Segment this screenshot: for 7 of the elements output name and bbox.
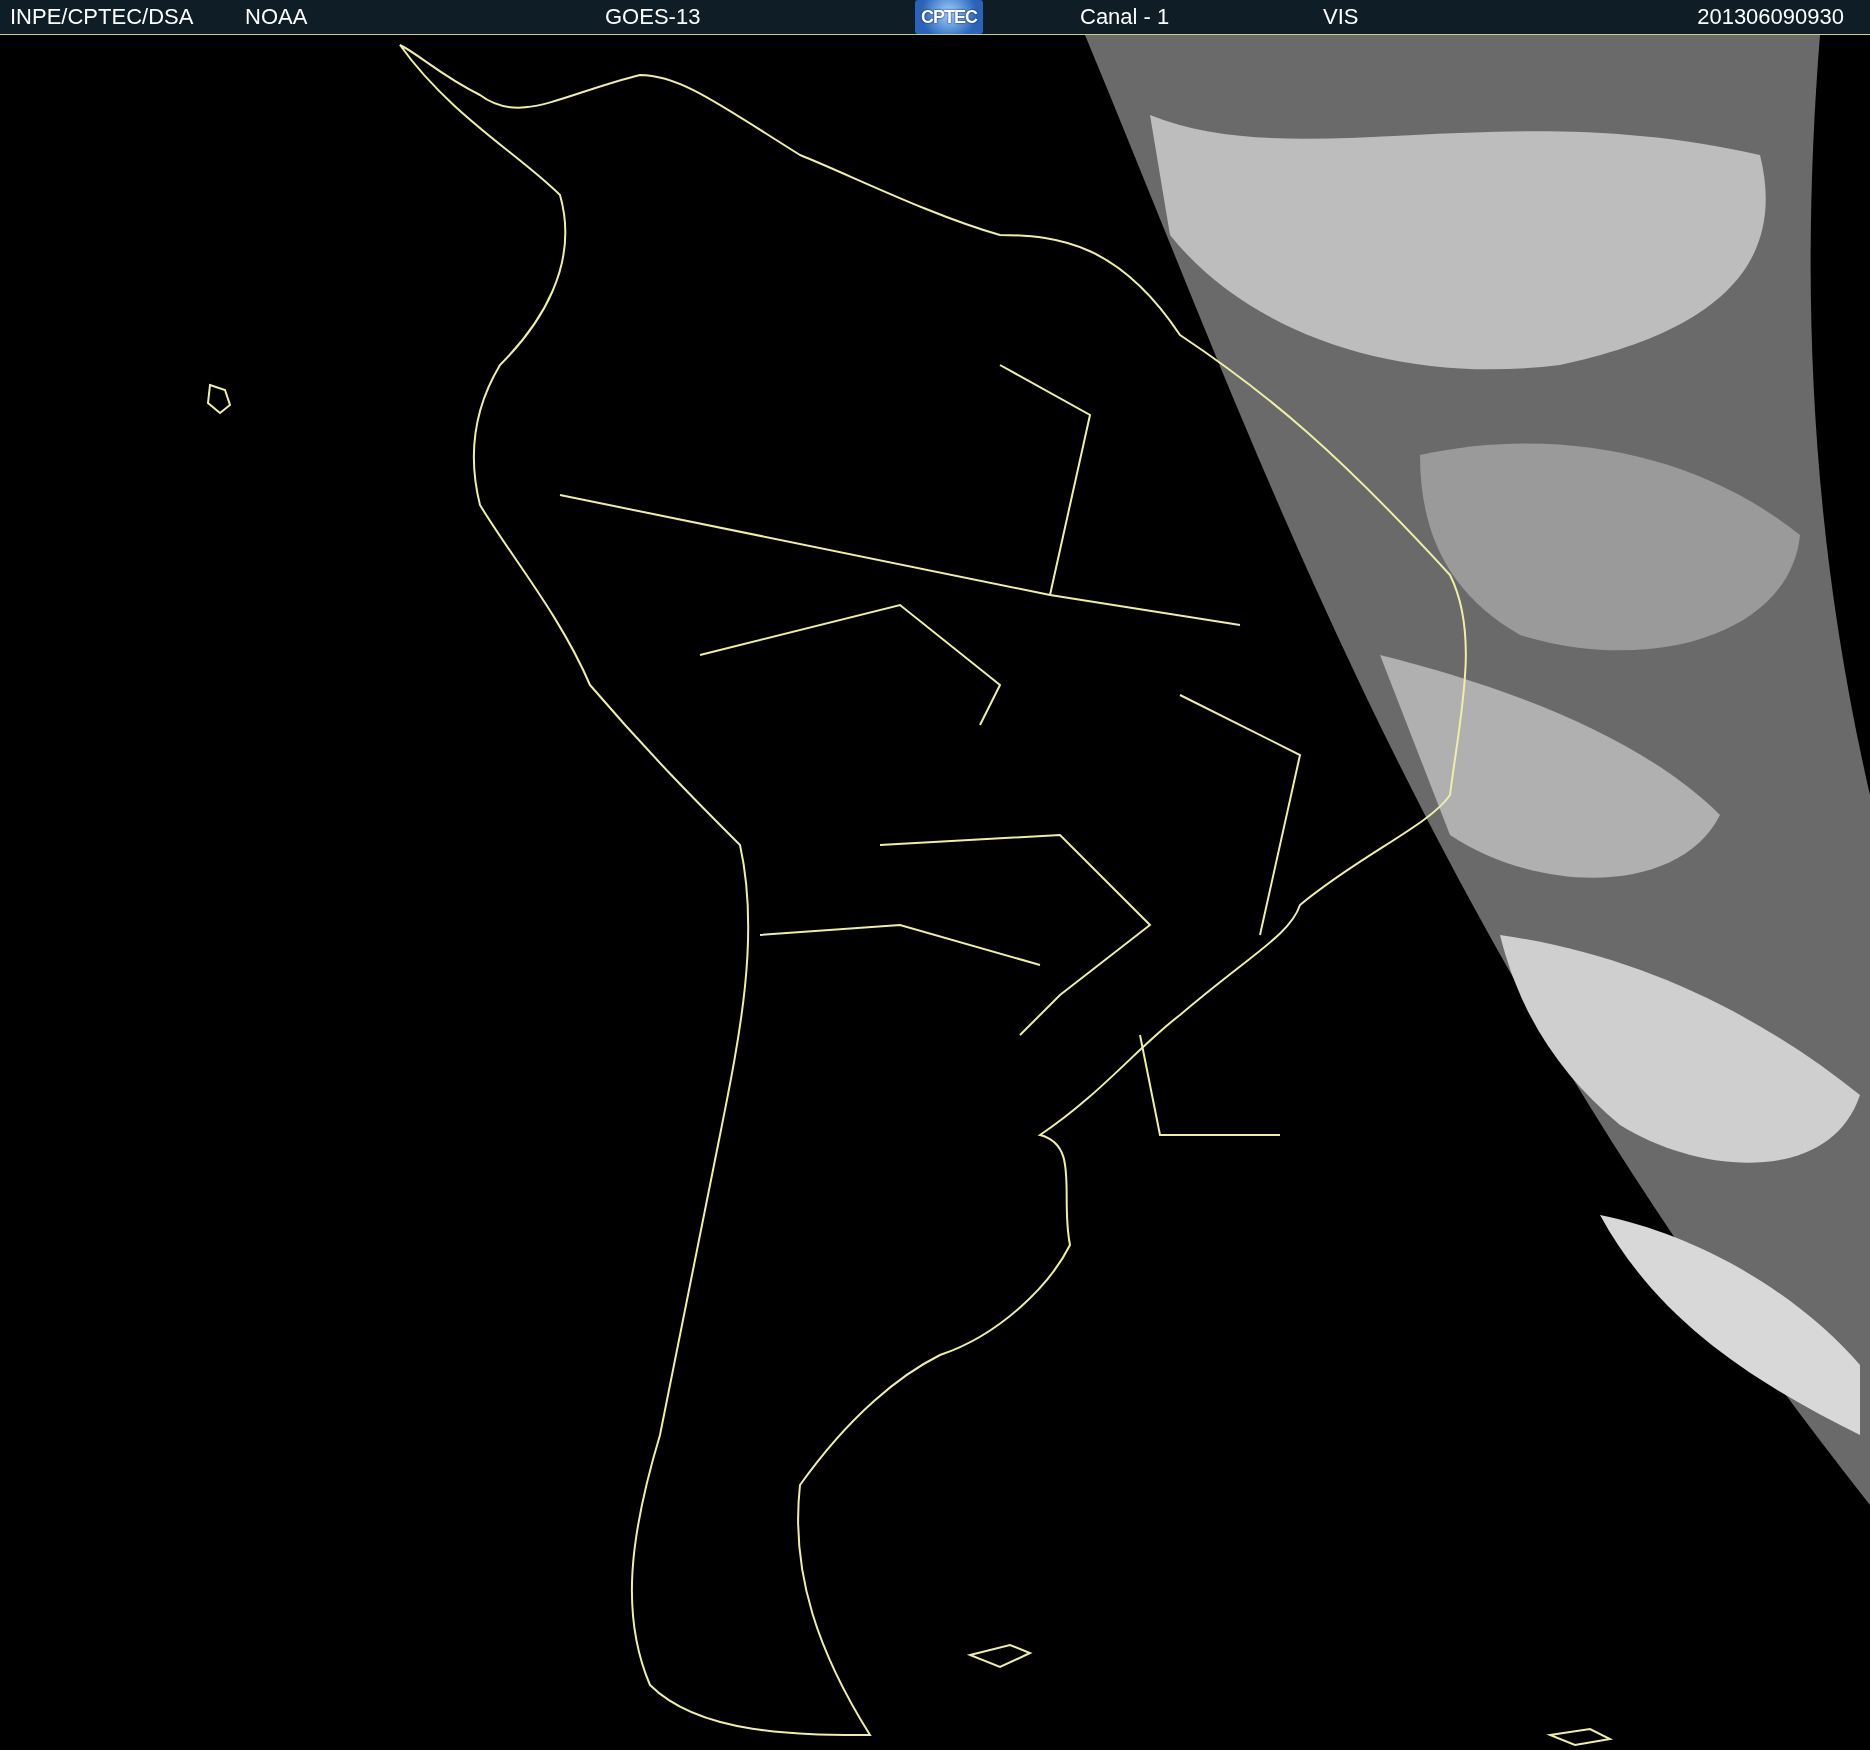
satellite-label: GOES-13	[605, 4, 701, 30]
timestamp-label: 201306090930	[1697, 4, 1844, 30]
agency-label: NOAA	[245, 4, 308, 30]
source-label: INPE/CPTEC/DSA	[10, 4, 194, 30]
band-label: VIS	[1323, 4, 1359, 30]
channel-label: Canal - 1	[1080, 4, 1170, 30]
logo: CPTEC	[915, 0, 983, 34]
